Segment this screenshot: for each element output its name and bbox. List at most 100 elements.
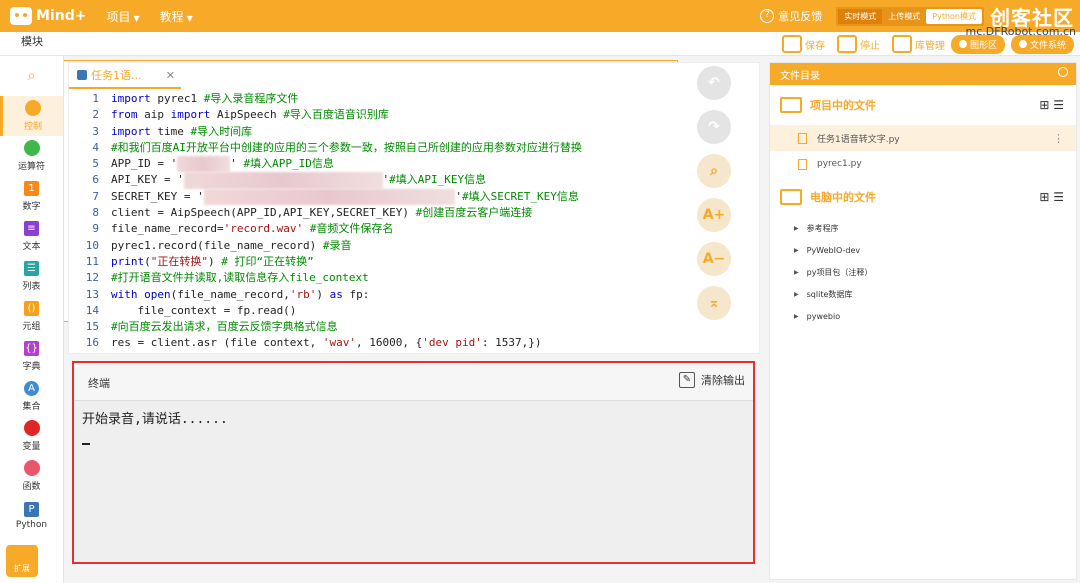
code-area[interactable]: 1 import pyrec1 #导入录音程序文件 2 from aip impor…	[69, 91, 689, 353]
set-icon: A	[24, 380, 39, 396]
code-line: 16 res = client.asr (file context, 'wav',…	[69, 335, 689, 351]
code-token: API_KEY = '	[111, 173, 184, 187]
code-token: fp:	[342, 287, 370, 301]
terminal-panel[interactable]: 终端 ✎ 清除输出 开始录音,请说话......	[72, 361, 755, 564]
file-tab[interactable]: 任务1语... ✕	[69, 63, 181, 89]
category-operators[interactable]: 运算符	[0, 136, 63, 176]
code-token: import	[170, 108, 211, 122]
folder-name: PyWebIO-dev	[806, 245, 861, 255]
line-number: 9	[92, 222, 99, 236]
save-button[interactable]: 保存	[781, 35, 825, 53]
folder-item[interactable]: ▶ sqlite数据库	[770, 283, 1076, 305]
mode-python[interactable]: Python模式	[926, 8, 982, 24]
category-set[interactable]: A 集合	[0, 376, 63, 416]
scroll-top-icon[interactable]: ⌅	[697, 286, 731, 320]
folder-icon	[780, 97, 802, 113]
line-number: 1	[92, 92, 99, 105]
folder-item[interactable]: ▶ py项目包（注释）	[770, 261, 1076, 283]
folder-item[interactable]: ▶ PyWebIO-dev	[770, 239, 1076, 261]
file-item[interactable]: 任务1语音转文字.py ⋮	[770, 125, 1076, 151]
text-icon: ≡	[24, 220, 39, 236]
category-text[interactable]: ≡ 文本	[0, 216, 63, 256]
code-token: file_context = fp.read()	[111, 303, 297, 317]
category-label: 列表	[22, 281, 41, 292]
folder-item[interactable]: ▶ 参考程序	[770, 217, 1076, 239]
file-directory-title: 文件目录	[780, 70, 820, 82]
search-icon[interactable]: ⌕	[697, 154, 731, 188]
library-manager-button[interactable]: 库管理	[891, 35, 945, 53]
computer-files-actions[interactable]: ⊞ ☰	[1039, 190, 1064, 204]
category-dict[interactable]: {} 字典	[0, 336, 63, 376]
project-files-actions[interactable]: ⊞ ☰	[1039, 98, 1064, 112]
code-editor[interactable]: 任务1语... ✕ 1 import pyrec1 #导入录音程序文件 2 from…	[68, 62, 760, 354]
mode-upload[interactable]: 上传模式	[882, 9, 926, 24]
font-decrease-icon[interactable]: A−	[697, 242, 731, 276]
file-icon	[798, 132, 807, 144]
line-number: 3	[92, 124, 99, 138]
code-token: , 16000, {	[356, 336, 423, 350]
chevron-right-icon: ▶	[794, 224, 799, 232]
category-python[interactable]: P Python	[0, 496, 63, 536]
sub-bar: 模块 代码 保存 停止 库管理 图形区 文件系统	[0, 32, 1080, 322]
font-increase-icon[interactable]: A+	[697, 198, 731, 232]
category-variable[interactable]: 变量	[0, 416, 63, 456]
redo-icon[interactable]: ↷	[697, 110, 731, 144]
undo-icon[interactable]: ↶	[697, 66, 731, 100]
code-comment: #导入时间库	[190, 124, 253, 138]
code-token: as	[329, 287, 343, 301]
stop-button[interactable]: 停止	[836, 35, 880, 53]
code-line: 12 #打开语音文件并读取,读取信息存入file_context	[69, 270, 689, 286]
tab-blocks[interactable]: 模块	[2, 32, 62, 54]
code-token: (file_name_record,	[170, 287, 290, 301]
line-number: 16	[85, 336, 99, 350]
category-function[interactable]: 函数	[0, 456, 63, 496]
menu-project-label: 项目	[106, 9, 131, 24]
feedback-button[interactable]: ? 意见反馈	[760, 8, 822, 24]
category-tuple[interactable]: () 元组	[0, 296, 63, 336]
category-label: 集合	[22, 401, 41, 412]
code-line: 2 from aip import AipSpeech #导入百度语音识别库	[69, 107, 689, 123]
code-token: )	[208, 254, 222, 268]
mode-realtime[interactable]: 实时模式	[838, 8, 883, 24]
code-string: 'dev pid'	[422, 336, 482, 350]
close-icon[interactable]: ✕	[166, 69, 175, 82]
app-logo[interactable]: Mind+	[10, 7, 86, 25]
menu-project[interactable]: 项目 ▼	[106, 8, 139, 25]
file-system-label: 文件系统	[1029, 40, 1066, 51]
line-number: 4	[92, 140, 99, 154]
top-bar: Mind+ 项目 ▼ 教程 ▼ ? 意见反馈 实时模式 上传模式 Python模式 …	[0, 0, 1080, 32]
block-toolbox: ⌕ 控制 运算符 1 数字 ≡ 文本 ☰ 列表 () 元组 {} 字典 A 集合 变量 函数…	[0, 56, 64, 583]
refresh-icon[interactable]	[1058, 67, 1068, 77]
terminal-header: 终端 ✎ 清除输出	[74, 363, 753, 401]
category-label: 变量	[22, 442, 41, 452]
line-number: 6	[92, 173, 99, 187]
code-token: res = client.asr (file context,	[111, 336, 323, 350]
line-number: 14	[85, 303, 99, 317]
more-icon[interactable]: ⋮	[1053, 132, 1064, 145]
stop-icon	[836, 35, 857, 53]
code-token: aip	[137, 108, 171, 122]
terminal-output-line: 开始录音,请说话......	[82, 412, 228, 427]
chevron-right-icon: ▶	[794, 290, 799, 298]
category-list[interactable]: ☰ 列表	[0, 256, 63, 296]
category-control[interactable]: 控制	[0, 96, 63, 136]
menu-tutorial[interactable]: 教程 ▼	[160, 8, 193, 25]
folder-item[interactable]: ▶ pywebio	[770, 305, 1076, 327]
clear-output-button[interactable]: ✎ 清除输出	[679, 372, 745, 388]
code-comment: #音频文件保存名	[309, 222, 394, 236]
extension-button[interactable]: 扩展	[6, 545, 38, 577]
line-number: 10	[85, 238, 99, 252]
toolbox-search[interactable]: ⌕	[0, 56, 63, 96]
code-token: file_name_record=	[111, 222, 224, 236]
code-token: '	[230, 157, 244, 171]
file-item[interactable]: pyrec1.py	[770, 151, 1076, 177]
code-line: 4 #和我们百度AI开放平台中创建的应用的三个参数一致，按照自己所创建的应用参数对…	[69, 140, 689, 156]
computer-files-title: 电脑中的文件	[810, 191, 876, 204]
code-line: 10 pyrec1.record(file_name_record) #录音	[69, 238, 689, 254]
folder-name: sqlite数据库	[806, 289, 853, 299]
editor-side-buttons: ↶ ↷ ⌕ A+ A− ⌅	[697, 66, 737, 330]
terminal-output[interactable]: 开始录音,请说话......	[74, 401, 753, 461]
category-number[interactable]: 1 数字	[0, 176, 63, 216]
dict-icon: {}	[24, 340, 39, 356]
